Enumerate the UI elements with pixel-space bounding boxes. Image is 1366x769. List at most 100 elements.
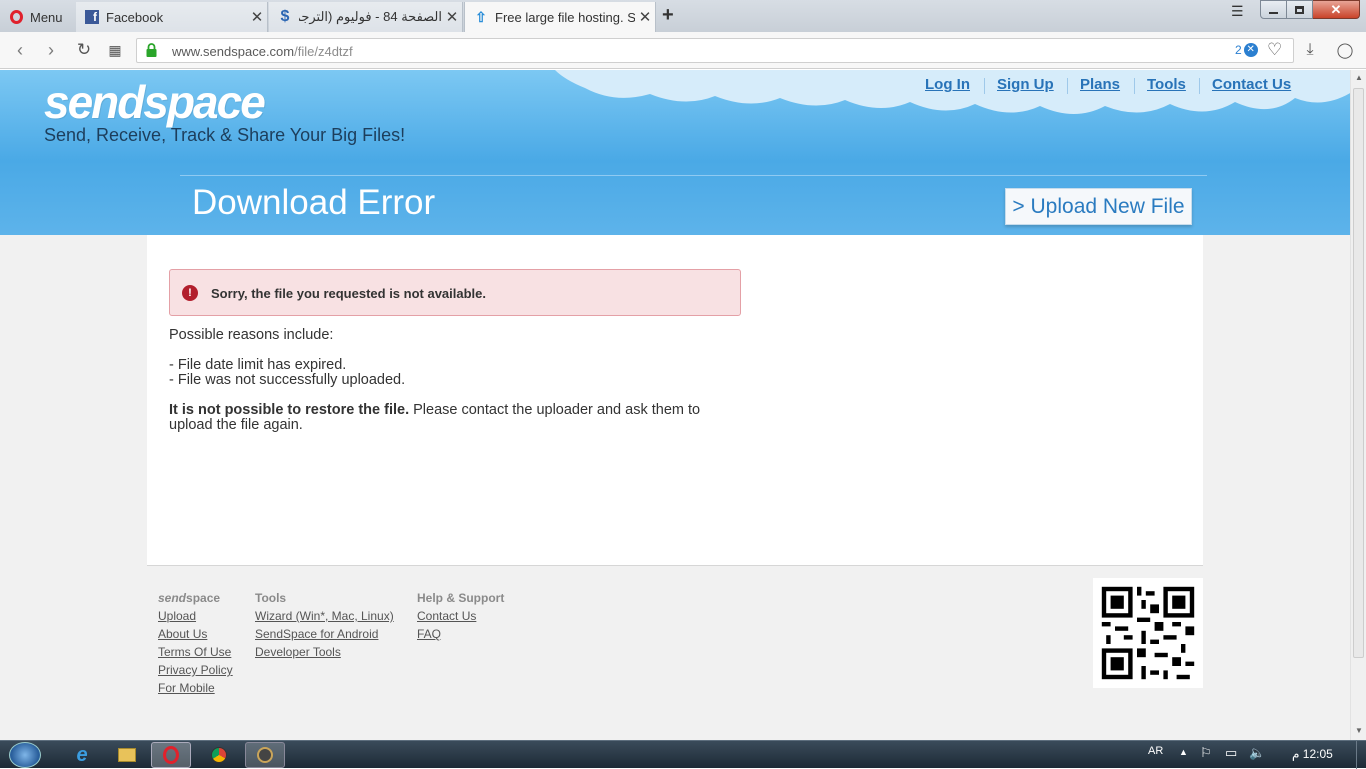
speed-dial-icon[interactable]: ▦ [103,38,127,62]
restore-note-text: Please contact the uploader and ask them… [409,402,701,418]
footer-link-faq[interactable]: FAQ [417,627,441,641]
clock[interactable]: 12:05 م [1292,747,1333,761]
scrollbar-thumb[interactable] [1353,88,1364,658]
tab-sendspace[interactable]: ⇧ Free large file hosting. Send ✕ [464,2,656,32]
tab-title: Free large file hosting. Send [495,9,635,25]
tab-title: الصفحة 84 - فوليوم (الترجمة) - فليوم (ال… [299,9,442,24]
url-path: /file/z4dtzf [294,44,353,59]
minimize-button[interactable] [1260,0,1287,19]
nav-sign-up[interactable]: Sign Up [997,76,1054,93]
upload-new-file-button[interactable]: > Upload New File [1005,188,1192,225]
tab-menu-icon[interactable]: ☰ [1231,3,1244,20]
back-button[interactable]: ‹ [8,38,32,62]
site-header: sendspace Send, Receive, Track & Share Y… [0,70,1350,235]
url-input[interactable]: www.sendspace.com/file/z4dtzf 2 ✕ ♡ [136,38,1294,63]
nav-tools[interactable]: Tools [1147,76,1186,93]
shield-icon: ✕ [1243,43,1258,57]
sendspace-logo[interactable]: sendspace [44,75,266,129]
footer-link-about-us[interactable]: About Us [158,627,207,641]
restore-note: It is not possible to restore the file. … [169,403,700,418]
reason-item: - File date limit has expired. [169,357,347,373]
footer-link-wizard[interactable]: Wizard (Win*, Mac, Linux) [255,609,394,623]
nav-log-in[interactable]: Log In [925,76,970,93]
footer-link-terms[interactable]: Terms Of Use [158,645,231,659]
network-warning-icon[interactable]: ⚐ [1200,745,1212,761]
reload-button[interactable]: ↻ [72,38,96,62]
media-player-icon[interactable] [245,742,285,768]
chrome-icon[interactable] [199,742,239,768]
nav-separator [1134,78,1135,94]
tab-title: Facebook [106,9,164,25]
file-explorer-icon[interactable] [107,742,147,768]
badge-count: 2 [1235,43,1242,57]
download-icon[interactable]: ⤓ [1298,38,1322,62]
heart-icon[interactable]: ♡ [1267,40,1282,60]
footer-link-android[interactable]: SendSpace for Android [255,627,378,641]
forward-button[interactable]: › [39,38,63,62]
close-tab-icon[interactable]: ✕ [247,8,267,26]
logo-text-send: send [44,76,145,128]
browser-tab-bar: Menu f Facebook ✕ $ الصفحة 84 - فوليوم (… [0,0,1366,32]
tab-facebook[interactable]: f Facebook ✕ [76,2,268,32]
scroll-up-arrow[interactable]: ▲ [1355,73,1363,82]
tagline: Send, Receive, Track & Share Your Big Fi… [44,125,406,145]
opera-logo-icon [8,9,24,25]
account-icon[interactable]: ◯ [1333,38,1357,62]
maximize-button[interactable] [1287,0,1313,19]
main-content: ! Sorry, the file you requested is not a… [147,235,1203,565]
window-controls: ✕ [1260,0,1362,20]
footer-link-upload[interactable]: Upload [158,609,196,623]
volume-icon[interactable]: 🔈 [1249,745,1265,761]
reason-item: - File was not successfully uploaded. [169,372,406,388]
footer-col3-heading: Help & Support [417,591,505,605]
windows-taskbar: e AR ▲ ⚐ ▭ 🔈 12:05 م [0,740,1366,769]
new-tab-button[interactable]: + [662,4,674,27]
nav-contact-us[interactable]: Contact Us [1212,76,1291,93]
nav-separator [1067,78,1068,94]
close-tab-icon[interactable]: ✕ [442,8,462,26]
language-indicator[interactable]: AR [1148,745,1163,757]
footer-link-mobile[interactable]: For Mobile [158,681,215,695]
error-alert: ! Sorry, the file you requested is not a… [169,269,741,316]
menu-label: Menu [30,9,63,25]
adblock-badge[interactable]: 2 ✕ [1235,43,1258,57]
footer-brand-send: send [158,591,187,605]
error-exclamation-icon: ! [182,285,198,301]
restore-note-line2: upload the file again. [169,417,303,433]
nav-plans[interactable]: Plans [1080,76,1120,93]
vertical-scrollbar[interactable]: ▲ ▼ [1350,70,1366,740]
opera-menu-button[interactable]: Menu [0,2,74,32]
error-message: Sorry, the file you requested is not ava… [211,286,487,301]
footer-link-developer-tools[interactable]: Developer Tools [255,645,341,659]
footer-col2-heading: Tools [255,591,287,605]
show-desktop-button[interactable] [1356,741,1366,769]
web-page: sendspace Send, Receive, Track & Share Y… [0,70,1350,740]
show-hidden-icons-arrow[interactable]: ▲ [1179,747,1188,757]
facebook-icon: f [84,9,100,25]
tab-forum[interactable]: $ الصفحة 84 - فوليوم (الترجمة) - فليوم (… [269,2,463,32]
qr-code-graphic [1093,578,1203,688]
opera-taskbar-icon[interactable] [151,742,191,768]
reasons-intro: Possible reasons include: [169,327,334,343]
lock-icon [146,43,157,57]
nav-separator [1199,78,1200,94]
logo-text-space: space [143,76,265,128]
footer-link-privacy[interactable]: Privacy Policy [158,663,233,677]
scroll-down-arrow[interactable]: ▼ [1355,726,1363,735]
header-divider [180,175,1207,176]
close-tab-icon[interactable]: ✕ [635,8,655,26]
footer-link-contact-us[interactable]: Contact Us [417,609,476,623]
nav-separator [984,78,985,94]
qr-code [1093,578,1203,688]
url-text: www.sendspace.com/file/z4dtzf [172,44,353,59]
page-title: Download Error [192,183,436,222]
display-icon[interactable]: ▭ [1225,745,1237,761]
restore-note-bold: It is not possible to restore the file. [169,402,410,418]
url-domain: www.sendspace.com [172,44,295,59]
close-window-button[interactable]: ✕ [1313,0,1360,19]
footer-brand-space: space [186,591,221,605]
start-button[interactable] [0,742,50,768]
footer-divider [147,565,1203,566]
internet-explorer-icon[interactable]: e [62,742,102,768]
dollar-icon: $ [280,8,290,25]
